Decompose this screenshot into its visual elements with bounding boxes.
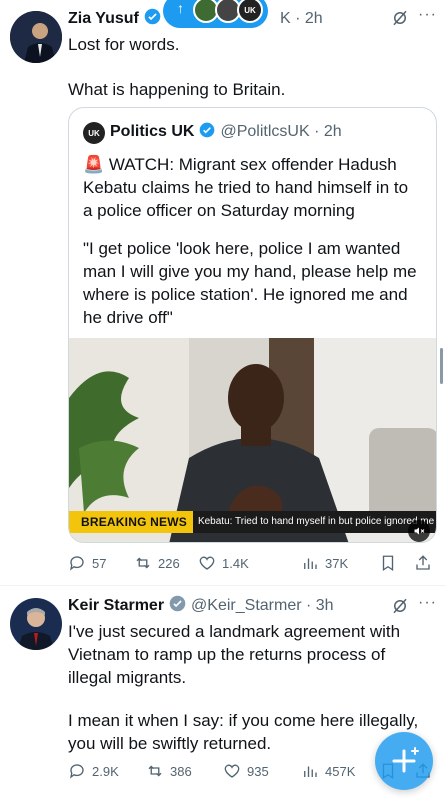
grok-icon[interactable] <box>391 597 409 620</box>
bookmark-icon <box>382 555 394 572</box>
more-options-icon[interactable]: ··· <box>418 6 437 24</box>
repost-count: 226 <box>158 555 180 571</box>
pill-avatar: UK <box>237 0 263 23</box>
speaker-mute-icon <box>414 527 425 535</box>
tweet-header: Zia Yusuf <box>68 8 161 30</box>
quoted-author-name[interactable]: Politics UK <box>110 123 194 141</box>
repost-count: 386 <box>170 763 192 779</box>
quoted-tweet[interactable]: UK Politics UK @PolitlcsUK · 2h 🚨 WATCH:… <box>68 107 437 543</box>
tweet-text-line: illegal migrants. <box>68 668 187 687</box>
scrollbar-thumb[interactable] <box>440 348 443 384</box>
views-count: 457K <box>325 763 356 779</box>
reply-icon <box>69 764 84 779</box>
pill-avatar-text: UK <box>244 5 256 15</box>
bookmark-button[interactable] <box>379 554 397 572</box>
compose-post-button[interactable] <box>375 732 433 790</box>
repost-icon <box>136 557 150 569</box>
like-button[interactable]: 1.4K <box>198 554 249 572</box>
grok-icon[interactable] <box>391 9 409 32</box>
video-caption: Kebatu: Tried to hand myself in but poli… <box>192 511 436 533</box>
quoted-header: Politics UK @PolitlcsUK · 2h <box>110 121 342 143</box>
quoted-body-line: man I will give you my hand, please help… <box>83 262 417 281</box>
quoted-body-line: he drive off" <box>83 308 173 327</box>
reply-icon <box>69 556 84 571</box>
views-icon <box>304 558 317 569</box>
quoted-avatar-text: UK <box>88 128 100 138</box>
avatar-zia-yusuf[interactable] <box>10 11 62 63</box>
views-button[interactable]: 457K <box>301 762 355 780</box>
tweet-zia-yusuf[interactable]: Zia Yusuf K · 2h ··· Lost for words. Wha… <box>0 0 446 585</box>
new-posts-pill[interactable]: ↑ UK <box>163 0 268 28</box>
reply-count: 2.9K <box>92 763 119 779</box>
quoted-body-line: where is police station'. He ignored me … <box>83 285 408 304</box>
tweet-text-line: I've just secured a landmark agreement w… <box>68 622 401 641</box>
like-button[interactable]: 935 <box>223 762 269 780</box>
author-handle-time: @Keir_Starmer · 3h <box>191 597 334 614</box>
quoted-avatar[interactable]: UK <box>83 122 105 144</box>
quoted-body-line: Kebatu claims he tried to hand himself i… <box>83 178 409 197</box>
author-name[interactable]: Zia Yusuf <box>68 10 139 28</box>
share-icon <box>416 555 430 570</box>
more-options-icon[interactable]: ··· <box>418 594 437 612</box>
like-count: 1.4K <box>222 555 249 571</box>
tweet-text-line: Vietnam to ramp up the returns process o… <box>68 645 386 664</box>
tweet-text-line: I mean it when I say: if you come here i… <box>68 711 419 730</box>
verified-badge-icon <box>169 595 186 617</box>
like-count: 935 <box>247 763 269 779</box>
breaking-news-banner: BREAKING NEWS Kebatu: Tried to hand myse… <box>69 511 436 533</box>
tweet-text: Lost for words. What is happening to Bri… <box>68 33 428 101</box>
repost-button[interactable]: 386 <box>146 762 192 780</box>
plus-icon <box>392 747 419 773</box>
views-icon <box>304 766 317 777</box>
verified-badge-icon <box>144 8 161 30</box>
quoted-body-line: "I get police 'look here, police I am wa… <box>83 239 401 258</box>
reply-button[interactable]: 2.9K <box>68 762 119 780</box>
quoted-body: 🚨 WATCH: Migrant sex offender Hadush Keb… <box>83 153 428 329</box>
reply-button[interactable]: 57 <box>68 554 106 572</box>
video-player[interactable]: BREAKING NEWS Kebatu: Tried to hand myse… <box>69 338 436 542</box>
avatar-keir-starmer[interactable] <box>10 598 62 650</box>
quoted-handle-time: @PolitlcsUK · 2h <box>220 123 342 140</box>
views-count: 37K <box>325 555 349 571</box>
tweet-text-line: Lost for words. <box>68 35 180 54</box>
quoted-body-line: 🚨 WATCH: Migrant sex offender Hadush <box>83 155 397 174</box>
tweet-header: Keir Starmer @Keir_Starmer · 3h <box>68 595 334 617</box>
breaking-news-label: BREAKING NEWS <box>69 511 193 533</box>
tweet-text-line: What is happening to Britain. <box>68 80 286 99</box>
heart-icon <box>199 556 215 570</box>
mute-button[interactable] <box>408 520 430 542</box>
author-name[interactable]: Keir Starmer <box>68 597 164 615</box>
arrow-up-icon: ↑ <box>177 0 184 16</box>
tweet-meta: K · 2h <box>280 10 323 27</box>
repost-icon <box>148 765 162 777</box>
reply-count: 57 <box>92 555 107 571</box>
quoted-body-line: a police officer on Saturday morning <box>83 201 355 220</box>
tweet-actions: 57 226 1.4K 37K <box>68 552 436 574</box>
views-button[interactable]: 37K <box>301 554 348 572</box>
verified-badge-icon <box>199 122 215 143</box>
repost-button[interactable]: 226 <box>134 554 180 572</box>
heart-icon <box>224 764 240 778</box>
share-button[interactable] <box>414 554 432 572</box>
